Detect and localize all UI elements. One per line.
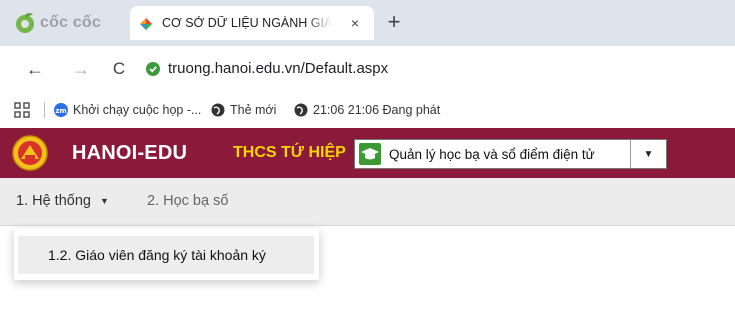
bookmark-label: Khởi chạy cuộc họp -...: [73, 103, 202, 117]
forward-arrow-icon[interactable]: →: [70, 58, 92, 80]
browser-brand[interactable]: cốc cốc: [14, 10, 101, 36]
graduation-cap-icon: [359, 143, 381, 165]
zoom-icon: zm: [54, 103, 68, 117]
module-select[interactable]: Quản lý học bạ và sổ điểm điện tử ▼: [354, 139, 667, 169]
caret-down-icon: ▼: [99, 196, 109, 206]
menu-item-label: 1. Hệ thống: [16, 193, 91, 209]
coccoc-logo-icon: [14, 12, 36, 34]
hanoi-edu-emblem-icon[interactable]: [12, 135, 48, 171]
dropdown-arrow-icon: ▼: [643, 148, 654, 160]
browser-tab-strip: cốc cốc CƠ SỞ DỮ LIỆU NGÀNH GIÁO × +: [0, 0, 735, 46]
bookmark-label: 21:06 21:06 Đang phát: [313, 103, 441, 117]
module-select-value: Quản lý học bạ và sổ điểm điện tử: [389, 146, 595, 162]
browser-brand-name: cốc cốc: [40, 14, 101, 31]
school-name: THCS TỨ HIỆP: [233, 144, 346, 161]
menu-item-hoc-ba-so[interactable]: 2. Học bạ số: [147, 193, 228, 209]
reload-icon[interactable]: C: [108, 58, 130, 80]
tab-close-icon[interactable]: ×: [346, 14, 364, 32]
secure-site-icon[interactable]: [146, 62, 160, 76]
main-menu-bar: 1. Hệ thống ▼ 2. Học bạ số: [0, 178, 735, 226]
bookmark-new-tab[interactable]: Thẻ mới: [211, 101, 276, 119]
he-thong-dropdown: 1.2. Giáo viên đăng ký tài khoản ký: [14, 228, 319, 280]
globe-icon: [211, 103, 225, 117]
browser-tab-active[interactable]: CƠ SỞ DỮ LIỆU NGÀNH GIÁO ×: [130, 6, 374, 40]
back-arrow-icon[interactable]: ←: [24, 58, 46, 80]
tab-favicon-icon: [140, 17, 152, 30]
svg-text:zm: zm: [55, 107, 66, 115]
browser-address-bar: ← → C truong.hanoi.edu.vn/Default.aspx: [0, 46, 735, 92]
bookmarks-separator: [44, 102, 45, 118]
tab-title: CƠ SỞ DỮ LIỆU NGÀNH GIÁO: [162, 16, 332, 30]
site-header: HANOI-EDU THCS TỨ HIỆP Quản lý học bạ và…: [0, 128, 735, 178]
menu-item-he-thong[interactable]: 1. Hệ thống ▼: [16, 193, 109, 209]
bookmark-now-playing[interactable]: 21:06 21:06 Đang phát: [294, 101, 440, 119]
site-title[interactable]: HANOI-EDU: [72, 142, 187, 165]
apps-grid-icon[interactable]: [14, 102, 30, 118]
globe-icon: [294, 103, 308, 117]
bookmarks-bar: zm Khởi chạy cuộc họp -... Thẻ mới 21:06…: [0, 92, 735, 128]
module-select-toggle[interactable]: ▼: [630, 140, 666, 168]
url-field[interactable]: truong.hanoi.edu.vn/Default.aspx: [168, 60, 388, 77]
dropdown-item-teacher-signing-account[interactable]: 1.2. Giáo viên đăng ký tài khoản ký: [18, 236, 314, 274]
bookmark-zoom-meeting[interactable]: zm Khởi chạy cuộc họp -...: [54, 101, 201, 119]
new-tab-button[interactable]: +: [382, 11, 406, 35]
bookmark-label: Thẻ mới: [230, 103, 277, 117]
